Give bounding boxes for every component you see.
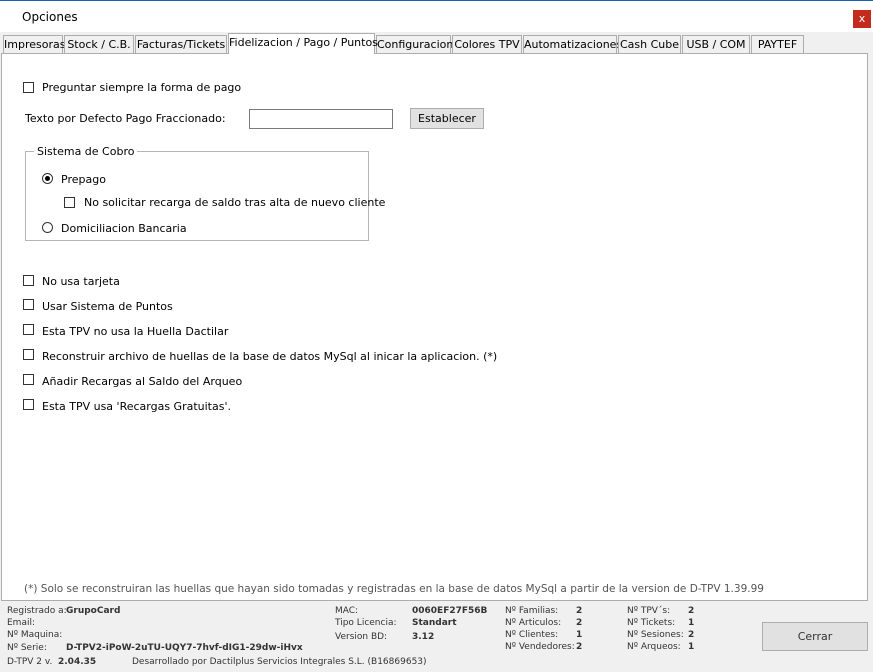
billing-system-group: Sistema de Cobro Prepago No solicitar re… [25, 145, 385, 241]
no-recharge-label: No solicitar recarga de saldo tras alta … [84, 196, 386, 209]
rebuild-fingerprints-label: Reconstruir archivo de huellas de la bas… [42, 350, 498, 363]
tickets-value: 1 [688, 618, 695, 628]
mac-label: MAC: [335, 606, 359, 616]
title-bar: Opciones x [0, 0, 873, 32]
families-label: Nº Familias: [505, 606, 559, 616]
sessions-value: 2 [688, 630, 695, 640]
direct-debit-label: Domiciliacion Bancaria [61, 222, 187, 235]
free-recharges-label: Esta TPV usa 'Recargas Gratuitas'. [42, 400, 231, 413]
window-title: Opciones [22, 10, 78, 24]
tpvs-label: Nº TPV´s: [627, 606, 671, 616]
articles-label: Nº Articulos: [505, 618, 562, 628]
default-text-input[interactable] [249, 109, 393, 129]
registered-value: GrupoCard [66, 606, 121, 616]
tab-impresoras[interactable]: Impresoras [3, 35, 65, 54]
sellers-value: 2 [576, 642, 583, 652]
tab-configuracion[interactable]: Configuracion [376, 35, 453, 54]
db-version-label: Version BD: [335, 632, 388, 642]
close-window-button[interactable]: x [853, 10, 871, 28]
version-label: D-TPV 2 v. [7, 657, 53, 667]
add-recharges-label: Añadir Recargas al Saldo del Arqueo [42, 375, 243, 388]
tickets-label: Nº Tickets: [627, 618, 676, 628]
no-fingerprint-checkbox[interactable] [23, 324, 34, 335]
set-button[interactable]: Establecer [410, 108, 484, 129]
no-recharge-checkbox[interactable] [64, 197, 75, 208]
tab-automatizaciones[interactable]: Automatizaciones [523, 35, 622, 54]
developer-text: Desarrollado por Dactilplus Servicios In… [132, 657, 427, 667]
status-bar: Registrado a: GrupoCard Email: Nº Maquin… [0, 601, 873, 672]
no-card-label: No usa tarjeta [42, 275, 120, 288]
sessions-label: Nº Sesiones: [627, 630, 684, 640]
tab-fidelizacion-pago-puntos[interactable]: Fidelizacion / Pago / Puntos [228, 33, 378, 54]
email-label: Email: [7, 618, 36, 628]
prepaid-label: Prepago [61, 173, 106, 186]
counts-value: 1 [688, 642, 695, 652]
fingerprint-footnote: (*) Solo se reconstruiran las huellas qu… [24, 583, 764, 595]
machine-label: Nº Maquina: [7, 630, 63, 640]
default-text-label: Texto por Defecto Pago Fraccionado: [25, 112, 226, 125]
tab-stock[interactable]: Stock / C.B. [64, 35, 134, 54]
no-fingerprint-label: Esta TPV no usa la Huella Dactilar [42, 325, 229, 338]
close-button[interactable]: Cerrar [762, 622, 868, 651]
tab-cash-cube[interactable]: Cash Cube [618, 35, 681, 54]
mac-value: 0060EF27F56B [412, 606, 488, 616]
direct-debit-radio[interactable] [42, 222, 53, 233]
points-system-label: Usar Sistema de Puntos [42, 300, 173, 313]
clients-label: Nº Clientes: [505, 630, 559, 640]
serial-value: D-TPV2-iPoW-2uTU-UQY7-7hvf-dIG1-29dw-iHv… [66, 643, 303, 653]
license-label: Tipo Licencia: [335, 618, 397, 628]
rebuild-fingerprints-checkbox[interactable] [23, 349, 34, 360]
license-value: Standart [412, 618, 457, 628]
billing-system-legend: Sistema de Cobro [34, 145, 138, 158]
tab-panel-fidelizacion: Preguntar siempre la forma de pago Texto… [1, 53, 868, 601]
tab-usb-com[interactable]: USB / COM [682, 35, 750, 54]
clients-value: 1 [576, 630, 583, 640]
version-value: 2.04.35 [58, 657, 97, 667]
no-card-checkbox[interactable] [23, 275, 34, 286]
registered-label: Registrado a: [7, 606, 67, 616]
points-system-checkbox[interactable] [23, 299, 34, 310]
articles-value: 2 [576, 618, 583, 628]
families-value: 2 [576, 606, 583, 616]
tab-paytef[interactable]: PAYTEF [751, 35, 804, 54]
sellers-label: Nº Vendedores: [505, 642, 575, 652]
ask-always-checkbox[interactable] [23, 82, 34, 93]
db-version-value: 3.12 [412, 632, 435, 642]
ask-always-label: Preguntar siempre la forma de pago [42, 81, 242, 94]
free-recharges-checkbox[interactable] [23, 399, 34, 410]
tpvs-value: 2 [688, 606, 695, 616]
tab-facturas-tickets[interactable]: Facturas/Tickets [135, 35, 227, 54]
add-recharges-checkbox[interactable] [23, 374, 34, 385]
prepaid-radio[interactable] [42, 173, 53, 184]
serial-label: Nº Serie: [7, 643, 47, 653]
counts-label: Nº Arqueos: [627, 642, 681, 652]
tab-strip: Impresoras Stock / C.B. Facturas/Tickets… [0, 33, 873, 54]
tab-colores-tpv[interactable]: Colores TPV [452, 35, 522, 54]
